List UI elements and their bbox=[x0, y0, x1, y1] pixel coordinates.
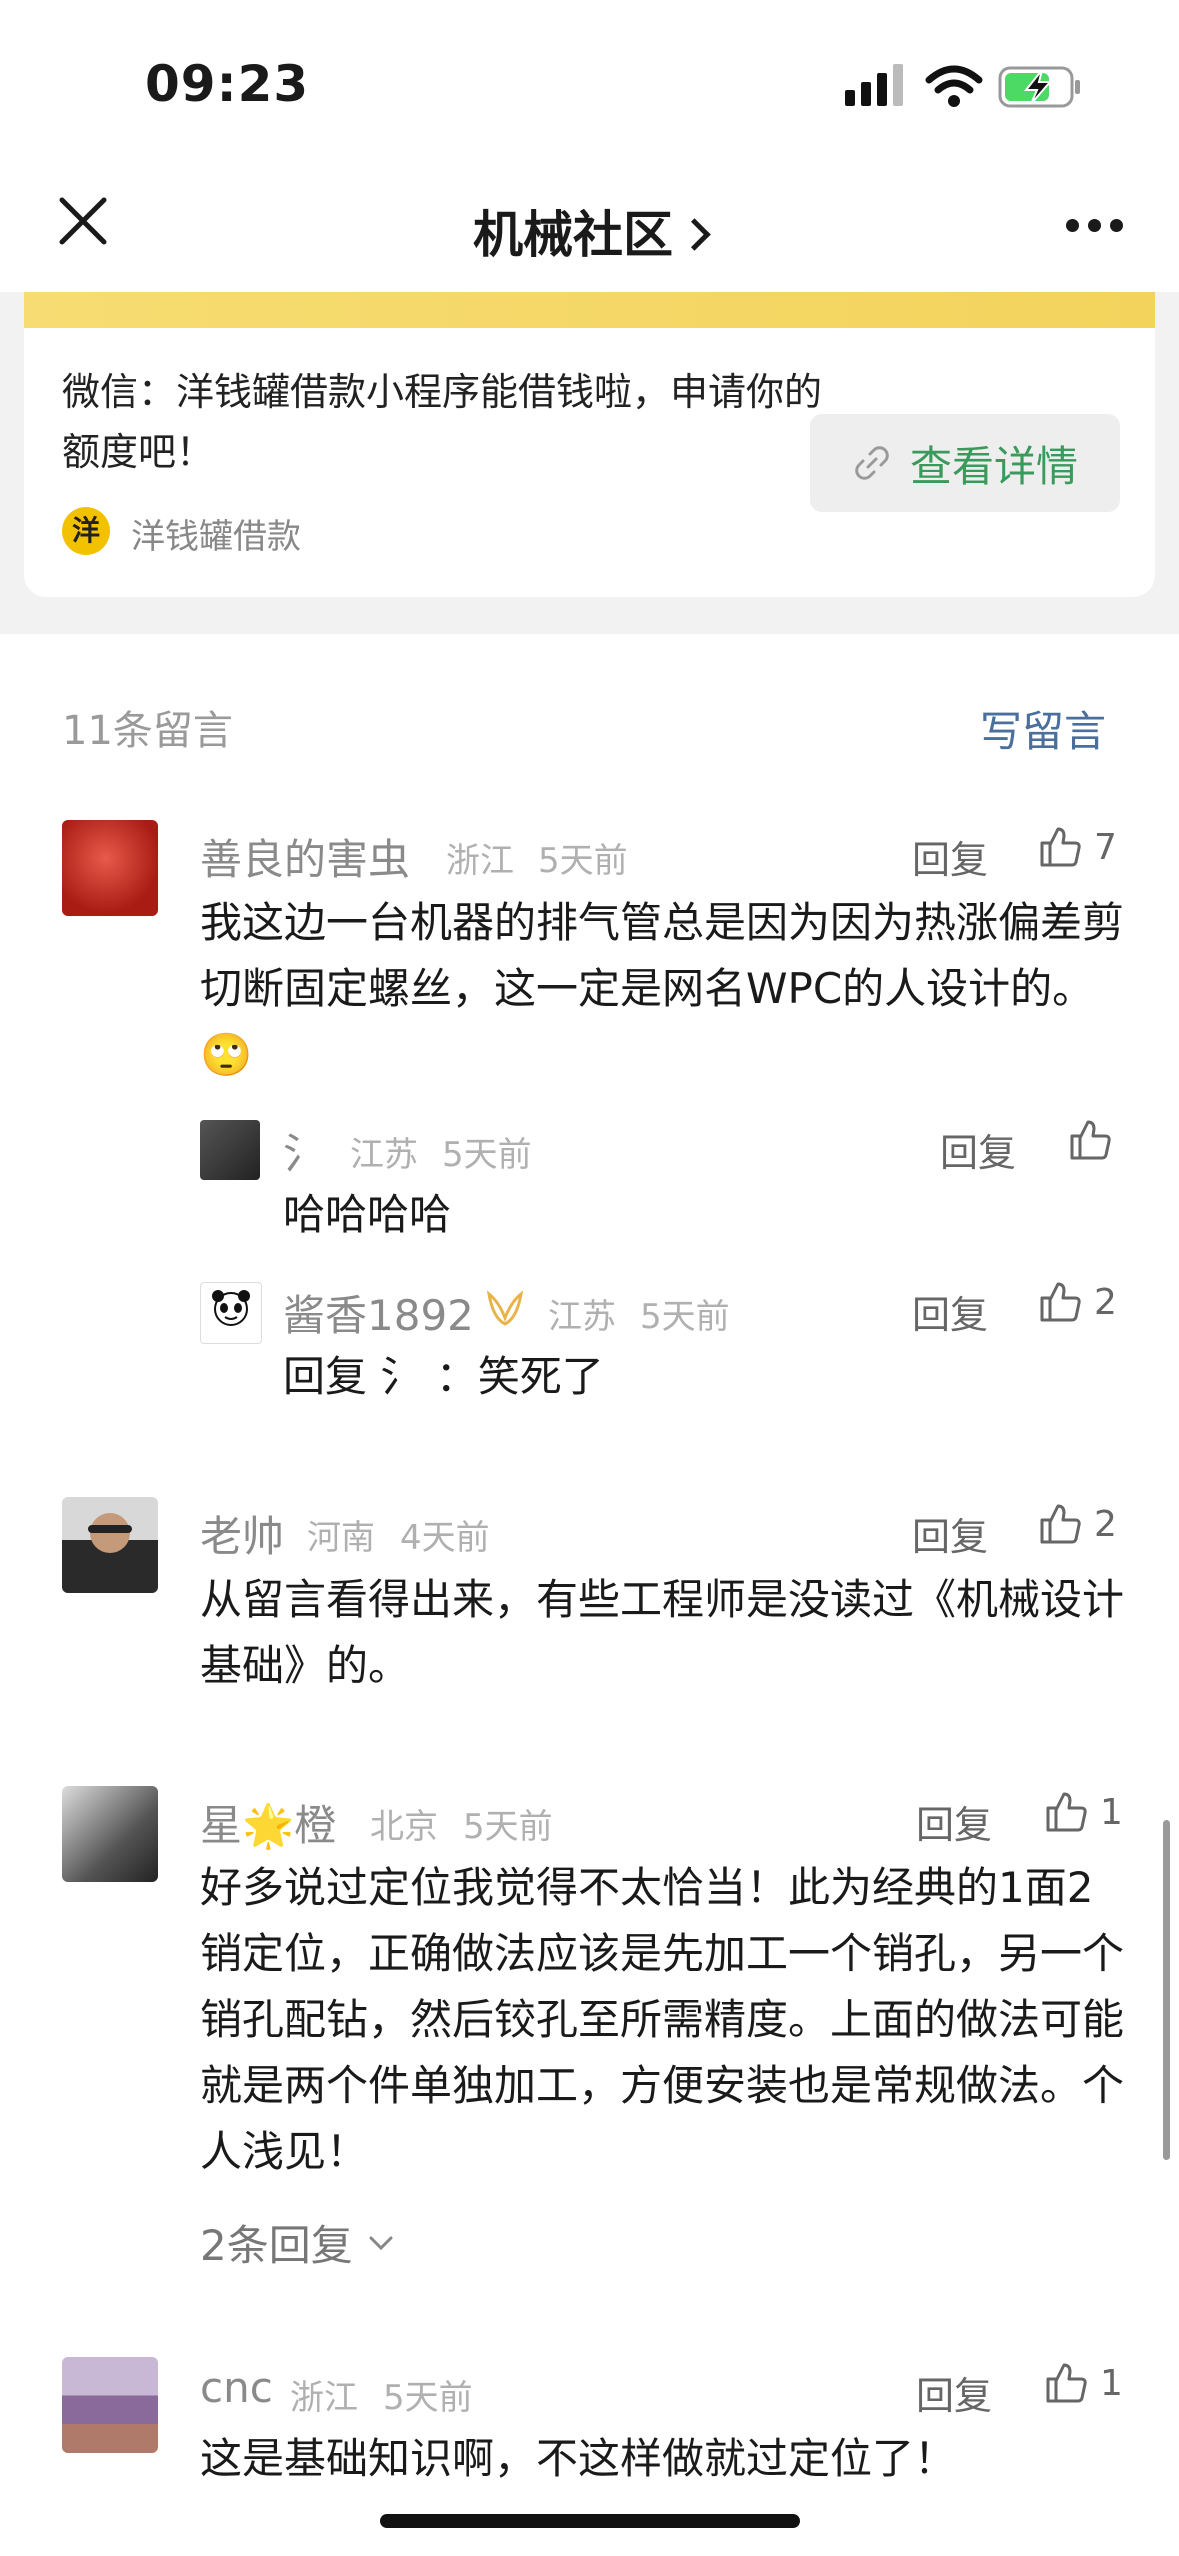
comment-author[interactable]: 老帅 bbox=[200, 1503, 284, 1564]
comment-location: 浙江 bbox=[446, 841, 514, 881]
comment-body: 从留言看得出来，有些工程师是没读过《机械设计基础》的。 bbox=[200, 1575, 1125, 1690]
reply-button[interactable]: 回复 bbox=[912, 1284, 988, 1339]
thumbs-up-icon bbox=[1046, 1792, 1087, 1832]
home-indicator[interactable] bbox=[380, 2514, 800, 2528]
like-button[interactable]: 1 bbox=[1042, 1788, 1123, 1836]
reply-button[interactable]: 回复 bbox=[916, 1794, 992, 1849]
reply-author[interactable]: 氵 bbox=[283, 1120, 325, 1181]
reply-body: 哈哈哈哈 bbox=[283, 1190, 452, 1239]
battery-charging-icon bbox=[998, 66, 1080, 108]
comment-author[interactable]: 星🌟橙 bbox=[200, 1792, 336, 1853]
comment-body: 我这边一台机器的排气管总是因为因为热涨偏差剪切断固定螺丝，这一定是网名WPC的人… bbox=[200, 898, 1125, 1079]
ad-banner-image bbox=[24, 292, 1155, 328]
expand-replies-button[interactable]: 2条回复 bbox=[200, 2212, 395, 2273]
reply-button[interactable]: 回复 bbox=[912, 829, 988, 884]
reply-location: 江苏 bbox=[548, 1297, 616, 1337]
reply-time: 5天前 bbox=[442, 1135, 532, 1175]
expand-replies-label: 2条回复 bbox=[200, 2221, 353, 2270]
chevron-right-icon bbox=[678, 218, 711, 251]
like-count: 2 bbox=[1094, 1503, 1117, 1545]
like-count: 1 bbox=[1100, 2362, 1123, 2404]
panda-meme-icon bbox=[212, 1290, 250, 1326]
comment-time: 4天前 bbox=[400, 1518, 490, 1558]
avatar[interactable] bbox=[62, 1497, 158, 1593]
nav-title[interactable]: 机械社区 bbox=[0, 195, 1179, 267]
person-photo bbox=[76, 1513, 144, 1593]
reply-author[interactable]: 酱香1892 bbox=[283, 1282, 474, 1343]
ad-card[interactable]: 微信：洋钱罐借款小程序能借钱啦，申请你的额度吧！ 洋 洋钱罐借款 查看详情 bbox=[24, 292, 1155, 597]
comment-count: 11条留言 bbox=[62, 708, 233, 754]
thumbs-up-icon bbox=[1040, 1282, 1081, 1322]
write-comment-button[interactable]: 写留言 bbox=[980, 698, 1106, 759]
comment-location: 河南 bbox=[307, 1518, 375, 1558]
thumbs-up-icon bbox=[1040, 827, 1081, 867]
avatar[interactable] bbox=[62, 820, 158, 916]
more-options-icon[interactable] bbox=[1066, 219, 1124, 233]
avatar[interactable] bbox=[62, 1786, 158, 1882]
like-button[interactable]: 2 bbox=[1036, 1278, 1117, 1326]
link-icon bbox=[855, 446, 889, 480]
vip-badge-icon bbox=[486, 1290, 524, 1326]
status-time: 09:23 bbox=[145, 55, 310, 113]
avatar[interactable] bbox=[62, 2357, 158, 2453]
thumbs-up-icon bbox=[1046, 2363, 1087, 2403]
comment-author[interactable]: cnc bbox=[200, 2363, 273, 2412]
nav-title-text: 机械社区 bbox=[473, 206, 673, 264]
reply-location: 江苏 bbox=[350, 1135, 418, 1175]
comment-location: 浙江 bbox=[290, 2378, 358, 2418]
ad-brand-name: 洋钱罐借款 bbox=[131, 517, 301, 557]
comment-author[interactable]: 善良的害虫 bbox=[200, 826, 410, 887]
scrollbar[interactable] bbox=[1163, 1820, 1170, 2160]
comment-body: 这是基础知识啊，不这样做就过定位了！ bbox=[200, 2434, 957, 2483]
comment-time: 5天前 bbox=[463, 1807, 553, 1847]
reply-time: 5天前 bbox=[640, 1297, 730, 1337]
comment-time: 5天前 bbox=[538, 841, 628, 881]
reply-button[interactable]: 回复 bbox=[912, 1506, 988, 1561]
like-count: 7 bbox=[1094, 826, 1117, 868]
reply-body: 回复 氵 ：笑死了 bbox=[283, 1352, 604, 1401]
like-button[interactable]: 2 bbox=[1036, 1500, 1117, 1548]
comment-time: 5天前 bbox=[383, 2378, 473, 2418]
reply-button[interactable]: 回复 bbox=[940, 1122, 1016, 1177]
like-button[interactable]: 7 bbox=[1036, 823, 1117, 871]
reply-avatar[interactable] bbox=[200, 1120, 260, 1180]
like-count: 1 bbox=[1100, 1791, 1123, 1833]
view-details-label: 查看详情 bbox=[909, 441, 1078, 491]
view-details-button[interactable]: 查看详情 bbox=[810, 414, 1120, 512]
reply-button[interactable]: 回复 bbox=[916, 2365, 992, 2420]
ad-text: 微信：洋钱罐借款小程序能借钱啦，申请你的额度吧！ bbox=[62, 370, 823, 474]
wifi-icon bbox=[925, 65, 983, 107]
like-button[interactable]: 1 bbox=[1042, 2359, 1123, 2407]
thumbs-up-icon bbox=[1040, 1504, 1081, 1544]
like-count: 2 bbox=[1094, 1281, 1117, 1323]
comment-location: 北京 bbox=[370, 1807, 438, 1847]
ad-brand-logo: 洋 bbox=[62, 507, 110, 555]
chevron-down-icon bbox=[369, 2236, 393, 2250]
cellular-signal-icon bbox=[845, 64, 903, 106]
comment-body: 好多说过定位我觉得不太恰当！此为经典的1面2销定位，正确做法应该是先加工一个销孔… bbox=[200, 1863, 1125, 2176]
thumbs-up-icon[interactable] bbox=[1066, 1116, 1114, 1164]
reply-avatar[interactable] bbox=[200, 1282, 262, 1344]
